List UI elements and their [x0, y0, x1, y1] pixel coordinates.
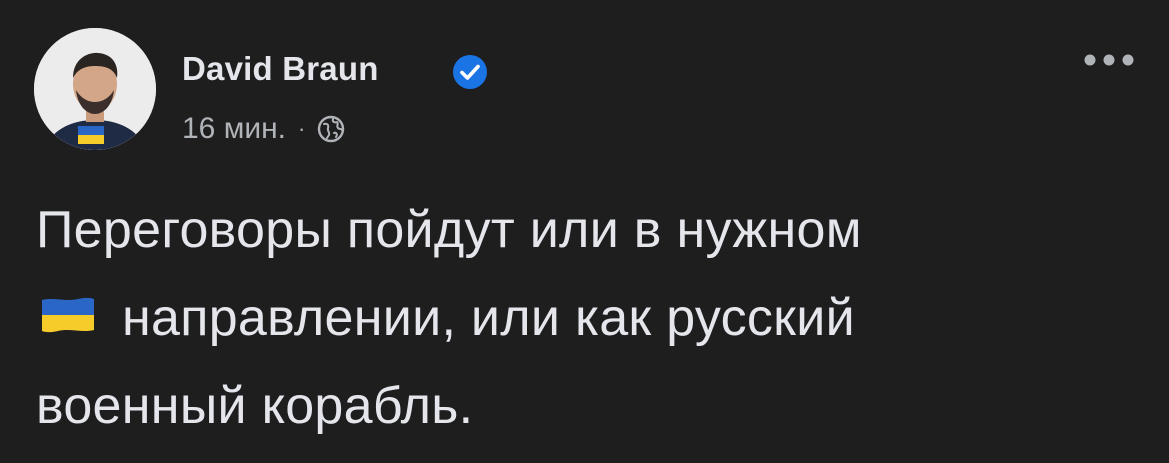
- facebook-post: David Braun 16 мин. · Переговоры пойдут …: [0, 0, 1169, 463]
- post-body: Переговоры пойдут или в нужном направлен…: [36, 186, 1146, 450]
- author-avatar[interactable]: [34, 28, 156, 150]
- globe-icon[interactable]: [317, 115, 345, 143]
- more-options-icon[interactable]: [1080, 50, 1138, 70]
- meta-separator: ·: [298, 116, 306, 141]
- post-text-line-3: военный корабль.: [36, 377, 474, 435]
- post-text-line-2-text: направлении, или как русский: [122, 289, 855, 347]
- verified-badge-icon: [453, 55, 487, 89]
- author-name[interactable]: David Braun: [182, 50, 379, 88]
- ukraine-flag-icon: [42, 298, 94, 333]
- post-meta: 16 мин. ·: [182, 112, 345, 146]
- post-text-line-2: направлении, или как русский: [36, 274, 1146, 362]
- post-text-line-1: Переговоры пойдут или в нужном: [36, 201, 862, 259]
- post-timestamp[interactable]: 16 мин.: [182, 112, 286, 146]
